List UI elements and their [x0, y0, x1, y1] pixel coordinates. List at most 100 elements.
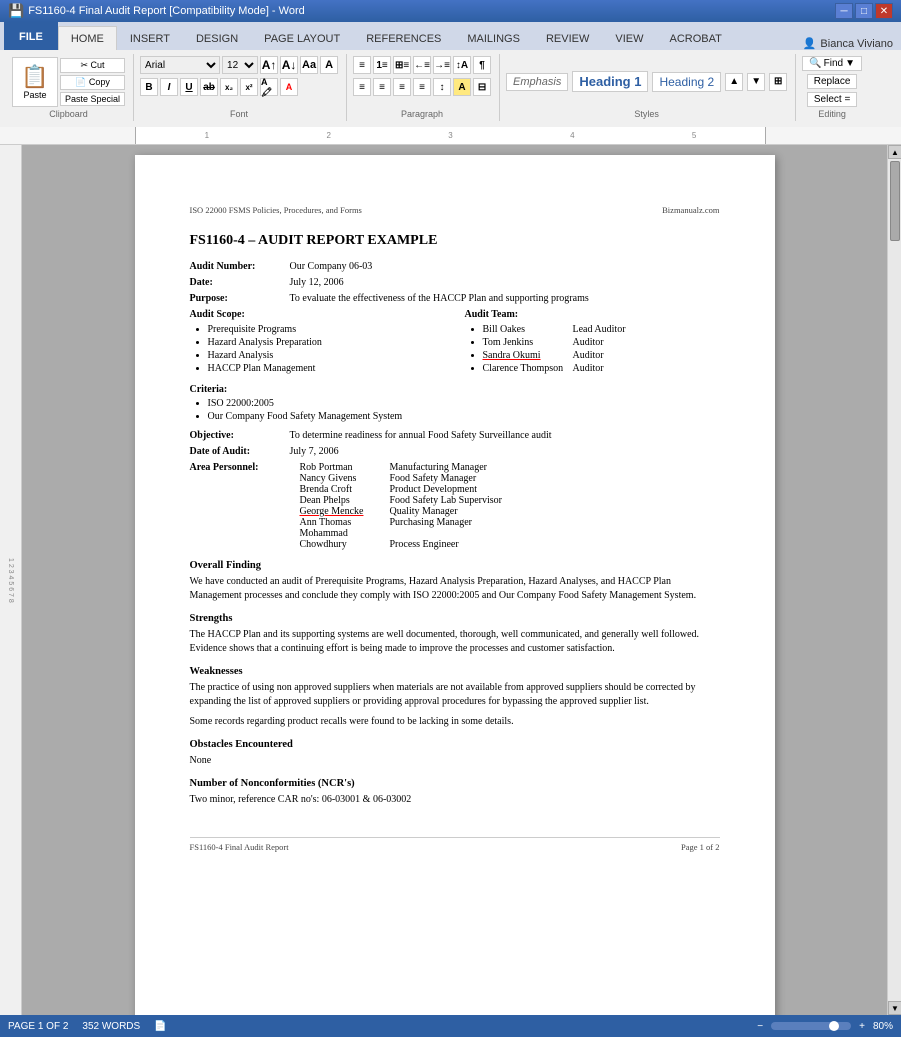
- styles-preview: Emphasis Heading 1 Heading 2 ▲ ▼ ⊞: [506, 71, 787, 92]
- doc-footer-right: Page 1 of 2: [681, 842, 719, 852]
- area-personnel-label: Area Personnel:: [190, 462, 300, 473]
- select-button[interactable]: Select =: [807, 92, 857, 107]
- word-count: 352 WORDS: [82, 1021, 140, 1032]
- vertical-scrollbar[interactable]: ▲ ▼: [887, 145, 901, 1015]
- date-label: Date:: [190, 277, 290, 288]
- scroll-up-button[interactable]: ▲: [888, 145, 901, 159]
- align-center-button[interactable]: ≡: [373, 78, 391, 96]
- criteria-section: Criteria: ISO 22000:2005 Our Company Foo…: [190, 384, 720, 422]
- show-hide-button[interactable]: ¶: [473, 56, 491, 74]
- superscript-button[interactable]: x²: [240, 78, 258, 96]
- tab-mailings[interactable]: MAILINGS: [454, 26, 533, 50]
- bullets-button[interactable]: ≡: [353, 56, 371, 74]
- find-icon: 🔍: [809, 58, 821, 69]
- shading-button[interactable]: A: [453, 78, 471, 96]
- style-emphasis[interactable]: Emphasis: [506, 73, 568, 91]
- font-size-select[interactable]: 12: [222, 56, 258, 74]
- tab-page-layout[interactable]: PAGE LAYOUT: [251, 26, 353, 50]
- tab-references[interactable]: REFERENCES: [353, 26, 454, 50]
- tab-acrobat[interactable]: ACROBAT: [656, 26, 734, 50]
- style-heading1[interactable]: Heading 1: [572, 71, 648, 92]
- border-button[interactable]: ⊟: [473, 78, 491, 96]
- date-of-audit-field: Date of Audit: July 7, 2006: [190, 446, 720, 457]
- tab-insert[interactable]: INSERT: [117, 26, 183, 50]
- ap-name-0: Rob Portman: [300, 462, 390, 473]
- list-item: Dean Phelps Food Safety Lab Supervisor: [190, 495, 720, 506]
- list-item: Hazard Analysis Preparation: [208, 337, 445, 348]
- editing-label: Editing: [802, 107, 862, 119]
- sort-button[interactable]: ↕A: [453, 56, 471, 74]
- multilevel-button[interactable]: ⊞≡: [393, 56, 411, 74]
- align-left-button[interactable]: ≡: [353, 78, 371, 96]
- audit-team-list: Bill OakesLead Auditor Tom JenkinsAudito…: [465, 324, 720, 374]
- tab-home[interactable]: HOME: [58, 26, 117, 50]
- list-item: HACCP Plan Management: [208, 363, 445, 374]
- styles-scroll-down[interactable]: ▼: [747, 73, 765, 91]
- zoom-slider[interactable]: [771, 1022, 851, 1030]
- title-bar-text: FS1160-4 Final Audit Report [Compatibili…: [28, 5, 305, 17]
- title-bar-controls: ─ □ ✕: [835, 3, 893, 19]
- editing-group: 🔍 Find ▼ Replace Select = Editing: [798, 54, 870, 121]
- audit-scope-list: Prerequisite Programs Hazard Analysis Pr…: [190, 324, 445, 374]
- cut-button[interactable]: ✂ Cut: [60, 58, 125, 73]
- close-button[interactable]: ✕: [875, 3, 893, 19]
- ap-title-0: Manufacturing Manager: [390, 462, 720, 473]
- numbering-button[interactable]: 1≡: [373, 56, 391, 74]
- styles-more[interactable]: ⊞: [769, 73, 787, 91]
- objective-label: Objective:: [190, 430, 290, 441]
- layout-icon: 📄: [154, 1021, 166, 1032]
- style-heading2[interactable]: Heading 2: [652, 72, 721, 92]
- user-icon: 👤: [803, 37, 817, 50]
- audit-number-value: Our Company 06-03: [290, 261, 720, 272]
- subscript-button[interactable]: x₂: [220, 78, 238, 96]
- copy-button[interactable]: 📄 Copy: [60, 75, 125, 90]
- font-row-2: B I U ab x₂ x² A🖍 A: [140, 78, 298, 96]
- increase-indent-button[interactable]: →≡: [433, 56, 451, 74]
- shrink-font-button[interactable]: A↓: [280, 56, 298, 74]
- scroll-track[interactable]: [888, 159, 901, 1001]
- strikethrough-button[interactable]: ab: [200, 78, 218, 96]
- zoom-in-button[interactable]: +: [859, 1021, 865, 1032]
- justify-button[interactable]: ≡: [413, 78, 431, 96]
- replace-button[interactable]: Replace: [807, 74, 858, 89]
- criteria-list: ISO 22000:2005 Our Company Food Safety M…: [190, 398, 720, 422]
- clear-format-button[interactable]: A: [320, 56, 338, 74]
- objective-value: To determine readiness for annual Food S…: [290, 430, 720, 441]
- tab-view[interactable]: VIEW: [602, 26, 656, 50]
- tab-review[interactable]: REVIEW: [533, 26, 602, 50]
- weaknesses-heading: Weaknesses: [190, 666, 720, 677]
- tab-file[interactable]: FILE: [4, 22, 58, 50]
- zoom-level: 80%: [873, 1021, 893, 1032]
- font-group: Arial 12 A↑ A↓ Aa A B I U ab x₂ x² A🖍 A: [136, 54, 347, 121]
- find-button[interactable]: 🔍 Find ▼: [802, 56, 862, 71]
- tab-design[interactable]: DESIGN: [183, 26, 251, 50]
- document-page: ISO 22000 FSMS Policies, Procedures, and…: [135, 155, 775, 1015]
- scroll-down-button[interactable]: ▼: [888, 1001, 901, 1015]
- restore-button[interactable]: □: [855, 3, 873, 19]
- underline-button[interactable]: U: [180, 78, 198, 96]
- decrease-indent-button[interactable]: ←≡: [413, 56, 431, 74]
- paste-button[interactable]: 📋 Paste: [12, 57, 58, 107]
- list-item: Ann Thomas Purchasing Manager: [190, 517, 720, 528]
- bold-button[interactable]: B: [140, 78, 158, 96]
- minimize-button[interactable]: ─: [835, 3, 853, 19]
- styles-scroll-up[interactable]: ▲: [725, 73, 743, 91]
- align-right-button[interactable]: ≡: [393, 78, 411, 96]
- zoom-out-button[interactable]: −: [757, 1021, 763, 1032]
- line-spacing-button[interactable]: ↕: [433, 78, 451, 96]
- italic-button[interactable]: I: [160, 78, 178, 96]
- strengths-heading: Strengths: [190, 613, 720, 624]
- overall-finding-heading: Overall Finding: [190, 560, 720, 571]
- change-case-button[interactable]: Aa: [300, 56, 318, 74]
- text-highlight-button[interactable]: A🖍: [260, 78, 278, 96]
- clipboard-right: ✂ Cut 📄 Copy Paste Special: [60, 58, 125, 106]
- styles-group: Emphasis Heading 1 Heading 2 ▲ ▼ ⊞ Style…: [502, 54, 796, 121]
- scroll-thumb[interactable]: [890, 161, 900, 241]
- paste-special-button[interactable]: Paste Special: [60, 92, 125, 106]
- font-color-button[interactable]: A: [280, 78, 298, 96]
- font-family-select[interactable]: Arial: [140, 56, 220, 74]
- grow-font-button[interactable]: A↑: [260, 56, 278, 74]
- ap-header-row: Area Personnel: Rob Portman Manufacturin…: [190, 462, 720, 473]
- weaknesses-text2: Some records regarding product recalls w…: [190, 715, 720, 729]
- status-bar: PAGE 1 OF 2 352 WORDS 📄 − + 80%: [0, 1015, 901, 1037]
